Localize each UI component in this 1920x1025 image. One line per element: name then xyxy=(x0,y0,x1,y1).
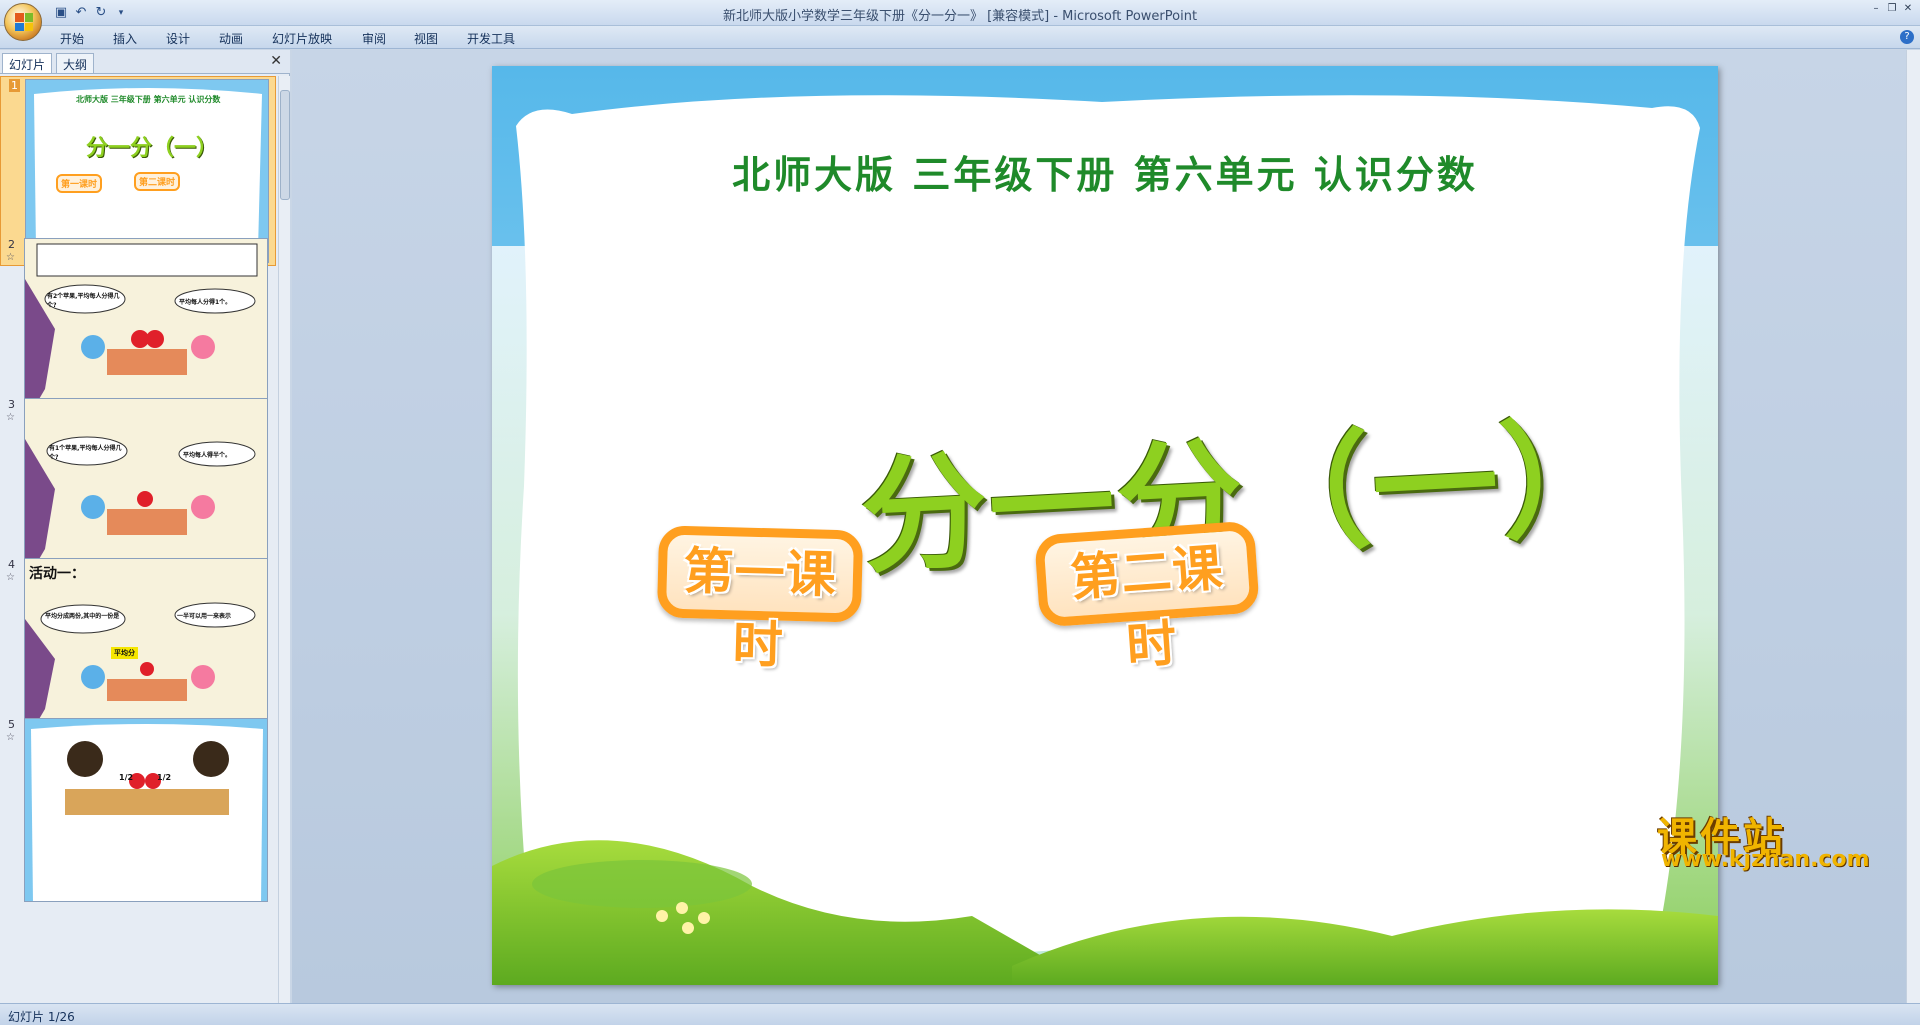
close-button[interactable]: ✕ xyxy=(1900,2,1916,16)
thumb-bubble2: 一半可以用一来表示 xyxy=(177,613,232,620)
minimize-button[interactable]: – xyxy=(1868,2,1884,16)
status-bar: 幻灯片 1/26 xyxy=(0,1003,1920,1025)
watermark-url: www.kjzhan.com xyxy=(1661,847,1870,872)
office-logo-icon xyxy=(15,13,33,31)
thumb-tag: 平均分 xyxy=(111,647,138,659)
thumb-5-background xyxy=(25,719,267,901)
tab-view[interactable]: 视图 xyxy=(414,30,438,47)
animation-star-icon: ☆ xyxy=(6,412,15,423)
slide-canvas[interactable]: 北师大版 三年级下册 第六单元 认识分数 分一分（一） 第一课时 第二课时 xyxy=(492,66,1718,985)
thumb-fraction1: 1/2 xyxy=(119,773,134,782)
thumb-heading: 北师大版 三年级下册 第六单元 认识分数 xyxy=(76,95,221,104)
scrollbar-thumb[interactable] xyxy=(280,90,290,200)
thumb-bubble1: 有2个苹果,平均每人分得几个? xyxy=(47,293,120,309)
thumb-bubble2: 平均每人分得1个。 xyxy=(179,299,232,306)
animation-star-icon: ☆ xyxy=(6,572,15,583)
watermark-logo: 课件站 www.kjzhan.com xyxy=(1657,805,1870,875)
slide-thumb-5[interactable]: 5 ☆ 1/2 1/2 xyxy=(0,716,276,906)
tab-review[interactable]: 审阅 xyxy=(362,30,386,47)
window-title: 新北师大版小学数学三年级下册《分一分一》 [兼容模式] - Microsoft … xyxy=(722,9,1198,24)
thumb-4-background xyxy=(25,559,267,741)
tab-slides[interactable]: 幻灯片 xyxy=(2,53,53,73)
office-button[interactable] xyxy=(4,3,42,41)
thumb-frame: 活动一： 平均分成两份,其中的一份是 一半可以用一来表示 平均分 xyxy=(24,558,268,742)
animation-star-icon: ☆ xyxy=(6,252,15,263)
thumb-3-background xyxy=(25,399,267,581)
help-icon[interactable]: ? xyxy=(1900,30,1914,44)
slide-number: 4 xyxy=(8,558,15,571)
thumb-bubble1: 有1个苹果,平均每人分得几个? xyxy=(49,445,122,461)
thumb-lesson1: 第一课时 xyxy=(56,174,103,193)
thumb-bubble1: 平均分成两份,其中的一份是 xyxy=(45,613,120,620)
slide-number: 5 xyxy=(8,718,15,731)
slide-editing-area: 北师大版 三年级下册 第六单元 认识分数 分一分（一） 第一课时 第二课时 课件… xyxy=(292,50,1920,1003)
panel-tabs: 幻灯片 大纲 ✕ xyxy=(0,50,290,74)
thumb-2-background xyxy=(25,239,267,421)
slide-scrollbar[interactable] xyxy=(1906,50,1920,1003)
lesson1-button[interactable]: 第一课时 xyxy=(656,525,864,675)
thumb-fraction2: 1/2 xyxy=(157,773,172,782)
tab-design[interactable]: 设计 xyxy=(166,30,190,47)
title-bar: ▣ ↶ ↻ ▾ 新北师大版小学数学三年级下册《分一分一》 [兼容模式] - Mi… xyxy=(0,0,1920,26)
tab-home[interactable]: 开始 xyxy=(60,30,84,47)
tab-outline[interactable]: 大纲 xyxy=(56,53,95,73)
slide-heading: 北师大版 三年级下册 第六单元 认识分数 xyxy=(732,153,1478,197)
thumb-frame: 有1个苹果,平均每人分得几个? 平均每人得半个。 xyxy=(24,398,268,582)
thumb-caption: 活动一： xyxy=(29,566,85,582)
thumbnail-scrollbar[interactable] xyxy=(278,76,290,1003)
slide-number: 3 xyxy=(8,398,15,411)
thumb-title: 分一分（一） xyxy=(86,136,219,161)
tab-developer[interactable]: 开发工具 xyxy=(467,30,515,47)
animation-star-icon: ☆ xyxy=(6,732,15,743)
close-panel-icon[interactable]: ✕ xyxy=(270,53,282,69)
restore-button[interactable]: ❐ xyxy=(1884,2,1900,16)
slide-counter: 幻灯片 1/26 xyxy=(8,1010,75,1024)
thumb-frame: 有2个苹果,平均每人分得几个? 平均每人分得1个。 xyxy=(24,238,268,422)
slide-number: 2 xyxy=(8,238,15,251)
tab-animation[interactable]: 动画 xyxy=(219,30,243,47)
lesson2-button[interactable]: 第二课时 xyxy=(1034,520,1260,676)
slide-thumbnails: 1 北师大版 三年级下册 第六单元 认识分数 分一分（一） 第一课时 第二课时 … xyxy=(0,76,278,1003)
tab-insert[interactable]: 插入 xyxy=(113,30,137,47)
thumb-frame: 1/2 1/2 xyxy=(24,718,268,902)
tab-slideshow[interactable]: 幻灯片放映 xyxy=(272,30,332,47)
thumb-bubble2: 平均每人得半个。 xyxy=(183,452,232,459)
ribbon: 开始 插入 设计 动画 幻灯片放映 审阅 视图 开发工具 ? xyxy=(0,26,1920,49)
thumb-lesson2: 第二课时 xyxy=(134,172,181,191)
slides-panel: 幻灯片 大纲 ✕ 1 北师大版 三年级下册 第六单元 认识分数 分一分（一） 第… xyxy=(0,50,290,1003)
slide-number: 1 xyxy=(9,79,20,92)
